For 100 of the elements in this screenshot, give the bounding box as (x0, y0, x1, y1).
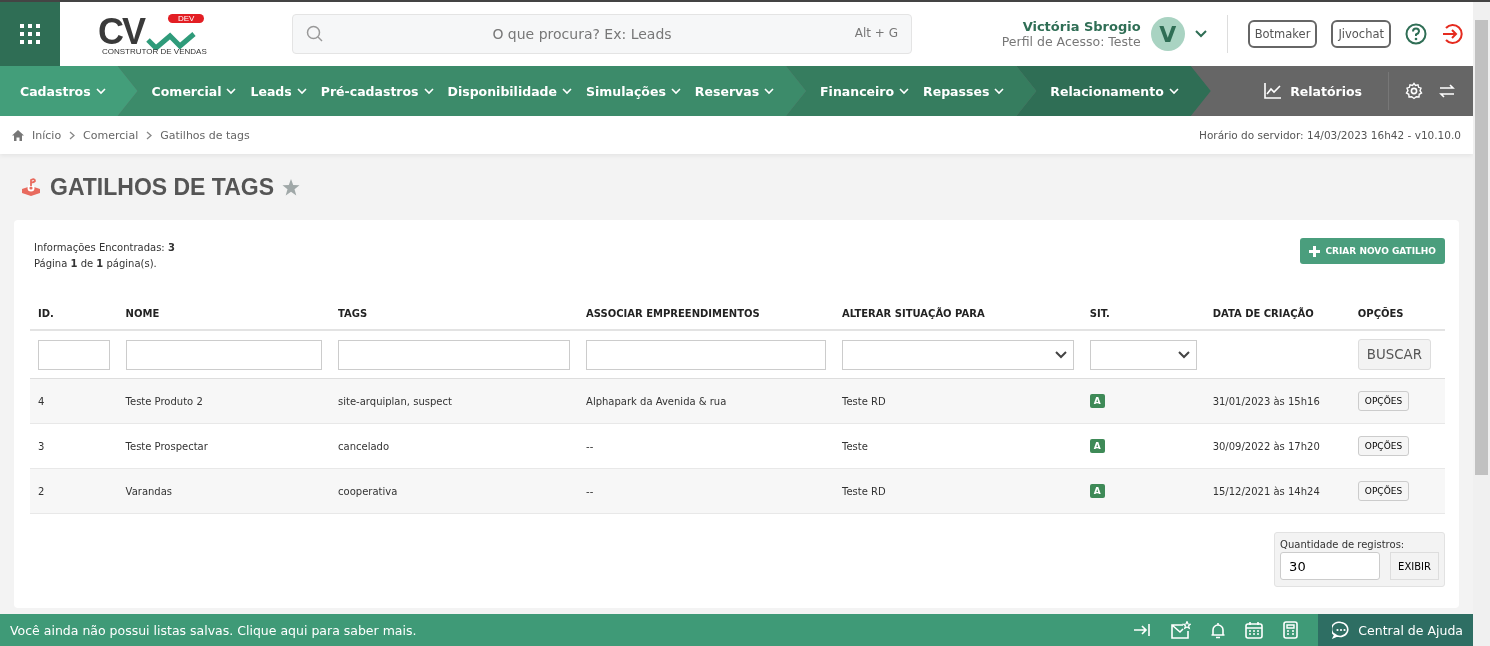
chevron-down-icon[interactable] (1194, 30, 1207, 38)
status-badge: A (1089, 439, 1105, 453)
breadcrumb-link[interactable]: Gatilhos de tags (160, 128, 250, 142)
menu-item[interactable]: Relacionamento (1050, 83, 1189, 99)
filter-input[interactable] (586, 339, 826, 370)
plus-icon (1309, 245, 1321, 257)
logout-icon[interactable] (1441, 23, 1463, 45)
table-cell: -- (586, 440, 594, 452)
calendar-icon[interactable] (1245, 621, 1264, 639)
chevron-down-icon (95, 87, 106, 95)
options-button[interactable]: OPÇÕES (1357, 391, 1410, 411)
chevron-right-icon (69, 130, 76, 140)
table-cell: 31/01/2023 às 15h16 (1212, 395, 1320, 407)
star-icon[interactable] (282, 178, 301, 196)
grid-icon (19, 23, 41, 45)
menu-item[interactable]: Reservas (694, 83, 785, 99)
help-icon[interactable] (1405, 23, 1427, 45)
chevron-down-icon (1054, 350, 1067, 359)
logo: CV DEV CONSTRUTOR DE VENDAS (98, 12, 208, 56)
create-trigger-button[interactable]: CRIAR NOVO GATILHO (1300, 238, 1445, 264)
chat-bubble-icon (1332, 621, 1351, 639)
table-cell: site-arquiplan, suspect (338, 395, 452, 407)
show-button[interactable]: EXIBIR (1390, 552, 1439, 580)
shortcut-hint: Alt + G (854, 26, 898, 40)
chevron-down-icon (296, 87, 307, 95)
table-cell: -- (586, 485, 594, 497)
status-badge: A (1089, 484, 1105, 498)
chevron-down-icon (994, 87, 1005, 95)
user-avatar[interactable]: V (1150, 17, 1185, 51)
column-header: ALTERAR SITUAÇÃO PARA (842, 308, 985, 319)
chevron-down-icon (423, 87, 434, 95)
filter-input[interactable] (125, 339, 323, 370)
chevron-down-icon (899, 87, 910, 95)
records-label: Quantidade de registros: (1280, 539, 1406, 550)
home-icon (12, 129, 24, 141)
table-cell: cooperativa (338, 485, 398, 497)
search-button[interactable]: BUSCAR (1357, 339, 1431, 370)
swap-arrows-icon[interactable] (1439, 84, 1455, 98)
mail-star-icon[interactable] (1171, 621, 1192, 639)
table-cell: Teste Produto 2 (125, 395, 203, 407)
options-button[interactable]: OPÇÕES (1357, 436, 1410, 456)
menu-item[interactable]: Repasses (923, 83, 1015, 99)
settings-icon[interactable] (1405, 82, 1423, 100)
table-cell: Teste RD (842, 485, 886, 497)
status-badge: A (1089, 394, 1105, 408)
server-time: Horário do servidor: 14/03/2023 16h42 - v10.10.0 (1199, 129, 1461, 141)
records-input[interactable]: 30 (1280, 552, 1381, 580)
breadcrumb-link[interactable]: Comercial (83, 128, 139, 142)
user-name: Victória Sbrogio (1022, 19, 1141, 34)
table-cell: Teste RD (842, 395, 886, 407)
trigger-icon (20, 177, 42, 197)
chevron-down-icon (226, 87, 237, 95)
table-cell: Varandas (125, 485, 173, 497)
table-cell: 2 (38, 485, 45, 497)
chevron-down-icon (764, 87, 775, 95)
column-header: ID. (38, 308, 54, 319)
calculator-icon[interactable] (1283, 621, 1299, 639)
reports-link[interactable]: Relatórios (1264, 83, 1372, 99)
page-title: GATILHOS DE TAGS (50, 173, 275, 201)
result-info: Página 1 de 1 página(s). (34, 257, 158, 271)
chevron-right-icon (146, 130, 153, 140)
saved-lists-message[interactable]: Você ainda não possui listas salvas. Clique aqui para saber mais. (0, 622, 417, 638)
filter-input[interactable] (38, 339, 110, 370)
apps-menu-button[interactable] (0, 2, 60, 66)
breadcrumb-link[interactable]: Início (32, 128, 62, 142)
table-cell: 15/12/2021 às 14h24 (1212, 485, 1320, 497)
chevron-down-icon (1168, 87, 1179, 95)
column-header: OPÇÕES (1357, 308, 1404, 319)
column-header: DATA DE CRIAÇÃO (1212, 308, 1314, 319)
column-header: SIT. (1089, 308, 1110, 319)
user-profile: Perfil de Acesso: Teste (1001, 34, 1141, 49)
menu-item[interactable]: Comercial (151, 83, 247, 99)
arrow-to-bar-icon[interactable] (1133, 623, 1152, 637)
menu-item[interactable]: Cadastros (20, 83, 116, 99)
table-cell: cancelado (338, 440, 390, 452)
table-cell: Alphapark da Avenida & rua (586, 395, 727, 407)
column-header: TAGS (338, 308, 368, 319)
help-center-button[interactable]: Central de Ajuda (1318, 614, 1473, 646)
line-chart-icon (1264, 83, 1283, 99)
table-cell: Teste Prospectar (125, 440, 208, 452)
menu-item[interactable]: Simulações (586, 83, 691, 99)
column-header: NOME (125, 308, 160, 319)
menu-item[interactable]: Financeiro (820, 83, 920, 99)
menu-item[interactable]: Leads (250, 83, 317, 99)
menu-item[interactable]: Pré-cadastros (320, 83, 444, 99)
table-cell: 4 (38, 395, 45, 407)
result-info: Informações Encontradas: 3 (34, 241, 175, 255)
chat-button[interactable]: Botmaker (1247, 20, 1318, 48)
table-cell: Teste (842, 440, 868, 452)
column-header: ASSOCIAR EMPREENDIMENTOS (586, 308, 760, 319)
menu-item[interactable]: Disponibilidade (447, 83, 582, 99)
options-button[interactable]: OPÇÕES (1357, 481, 1410, 501)
filter-input[interactable] (338, 339, 571, 370)
chevron-down-icon (1177, 350, 1190, 359)
chevron-down-icon (670, 87, 681, 95)
chevron-down-icon (562, 87, 572, 95)
table-cell: 30/09/2022 às 17h20 (1212, 440, 1320, 452)
table-cell: 3 (38, 440, 45, 452)
bell-icon[interactable] (1211, 621, 1226, 639)
chat-button[interactable]: Jivochat (1331, 20, 1391, 48)
